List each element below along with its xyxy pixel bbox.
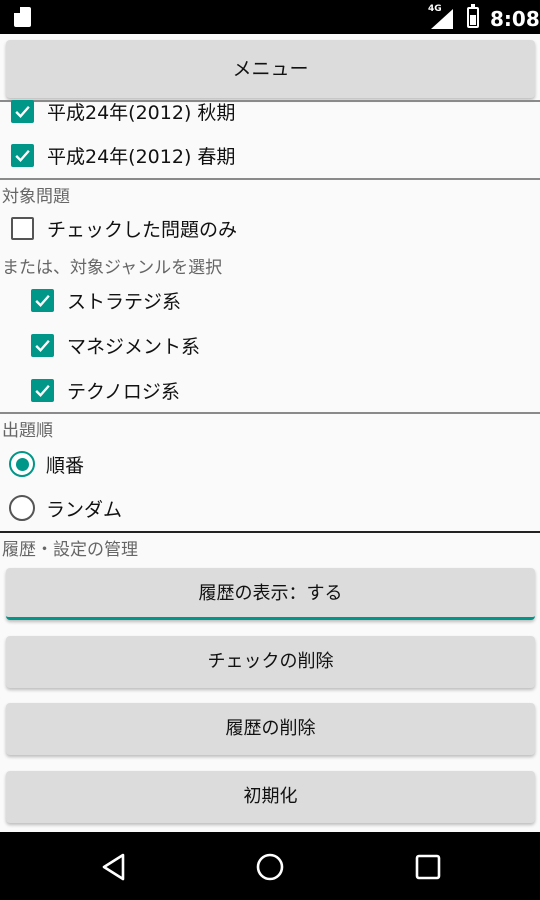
checkmark-icon (35, 339, 50, 352)
period-checkbox-row[interactable]: 平成24年(2012) 秋期 (11, 100, 236, 124)
sd-card-icon (14, 7, 31, 27)
reset-button[interactable]: 初期化 (6, 771, 535, 823)
genre-checkbox-row[interactable]: テクノロジ系 (31, 375, 180, 405)
period-label: 平成24年(2012) 春期 (47, 145, 236, 168)
signal-icon (431, 9, 453, 29)
checkmark-icon (15, 149, 30, 162)
section-divider (0, 178, 540, 180)
genre-checkbox-row[interactable]: マネジメント系 (31, 330, 200, 360)
checkbox-checked-icon[interactable] (31, 288, 54, 312)
delete-history-button[interactable]: 履歴の削除 (6, 703, 535, 755)
period-label: 平成24年(2012) 秋期 (47, 101, 236, 124)
home-icon[interactable] (255, 852, 285, 882)
section-title-history: 履歴・設定の管理 (2, 540, 138, 560)
status-time: 8:08 (490, 7, 540, 31)
checked-only-row[interactable]: チェックした問題のみ (11, 213, 237, 243)
order-radio-row[interactable]: 順番 (9, 449, 84, 479)
genre-label: ストラテジ系 (67, 290, 182, 313)
battery-icon (467, 4, 479, 28)
order-label: ランダム (46, 498, 123, 521)
order-radio-row[interactable]: ランダム (9, 493, 122, 523)
checkbox-checked-icon[interactable] (31, 333, 54, 357)
checkbox-checked-icon[interactable] (11, 100, 34, 123)
checkbox-checked-icon[interactable] (11, 143, 34, 167)
navigation-bar (0, 832, 540, 900)
section-divider (0, 412, 540, 414)
genre-checkbox-row[interactable]: ストラテジ系 (31, 285, 181, 315)
genre-prompt: または、対象ジャンルを選択 (2, 258, 223, 278)
toggle-history-display-button[interactable]: 履歴の表示：する (6, 568, 535, 620)
checkmark-icon (35, 294, 50, 307)
checkmark-icon (35, 384, 50, 397)
checkbox-unchecked-icon[interactable] (11, 216, 34, 240)
status-bar: 4G 8:08 (0, 0, 540, 34)
checked-only-label: チェックした問題のみ (47, 218, 238, 241)
delete-checks-button[interactable]: チェックの削除 (6, 636, 535, 688)
checkbox-checked-icon[interactable] (31, 378, 54, 402)
section-title-target: 対象問題 (2, 187, 70, 207)
genre-label: マネジメント系 (67, 335, 201, 358)
back-icon[interactable] (99, 852, 129, 882)
recents-icon[interactable] (413, 852, 443, 882)
order-label: 順番 (46, 454, 85, 477)
section-divider (0, 531, 540, 533)
menu-button[interactable]: メニュー (6, 40, 535, 98)
radio-selected-icon[interactable] (9, 451, 35, 477)
radio-unselected-icon[interactable] (9, 495, 35, 521)
checkmark-icon (15, 105, 30, 118)
settings-scroll-area[interactable]: 平成24年(2012) 秋期 平成24年(2012) 春期 対象問題 チェックし… (0, 100, 540, 830)
period-checkbox-row[interactable]: 平成24年(2012) 春期 (11, 140, 235, 170)
section-title-order: 出題順 (2, 421, 53, 441)
genre-label: テクノロジ系 (67, 380, 180, 403)
